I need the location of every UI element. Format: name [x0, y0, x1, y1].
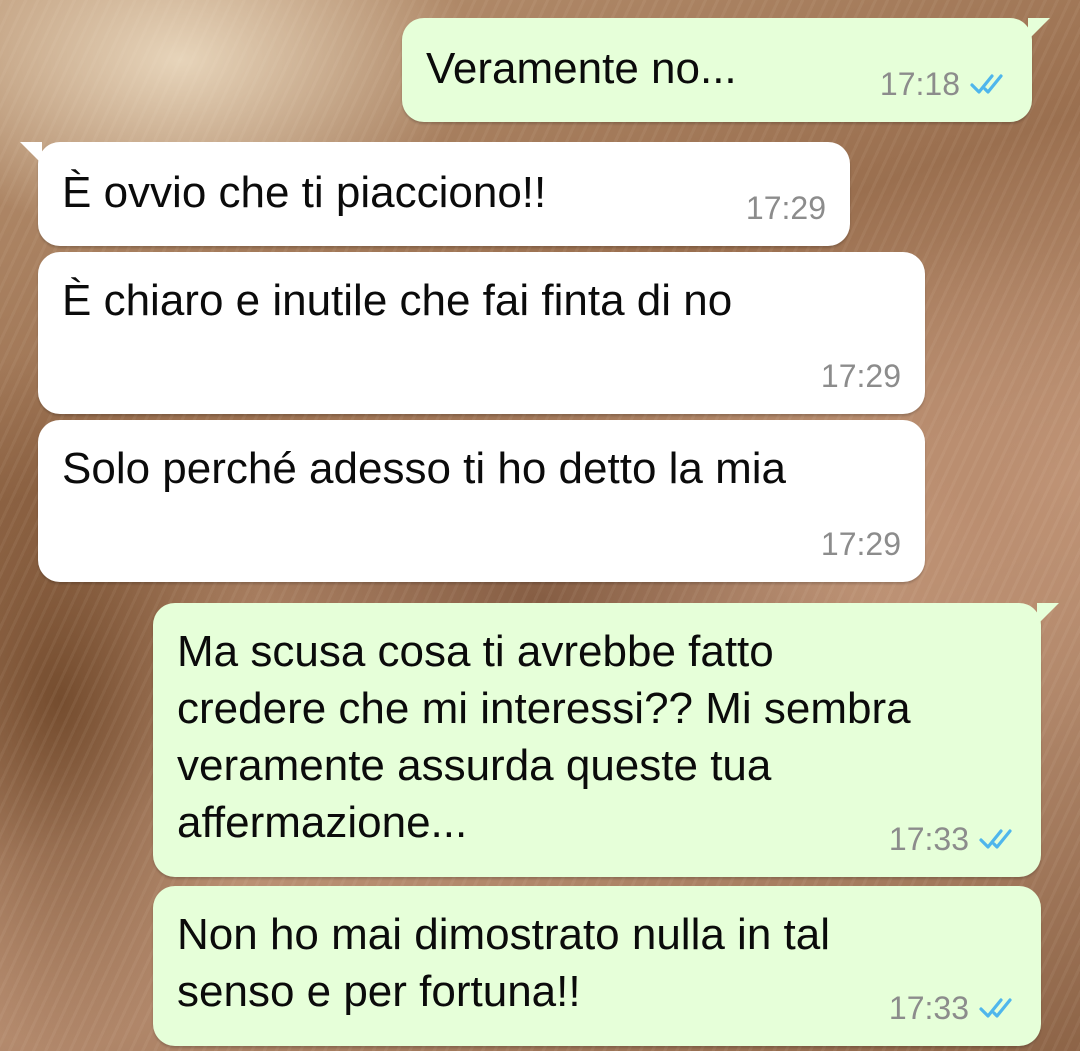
message-bubble-outgoing[interactable]: Ma scusa cosa ti avrebbe fatto credere c… — [153, 603, 1059, 877]
message-bubble-outgoing[interactable]: Non ho mai dimostrato nulla in tal senso… — [153, 886, 1041, 1046]
message-text: È chiaro e inutile che fai finta di no — [62, 276, 733, 325]
message-bubble-incoming[interactable]: Solo perché adesso ti ho detto la mia 17… — [38, 420, 925, 582]
message-bubble-incoming[interactable]: È ovvio che ti piacciono!! 17:29 — [20, 142, 850, 246]
bubble-tail — [1028, 18, 1050, 40]
message-text: È ovvio che ti piacciono!! — [62, 168, 547, 217]
message-meta: 17:33 — [889, 819, 1017, 859]
message-time: 17:29 — [745, 190, 826, 226]
message-text: Ma scusa cosa ti avrebbe fatto credere c… — [177, 627, 911, 847]
message-meta: 17:29 — [746, 188, 826, 228]
message-meta: 17:29 — [821, 524, 901, 564]
double-check-read-icon — [979, 996, 1017, 1020]
double-check-read-icon — [970, 72, 1008, 96]
message-time: 17:33 — [888, 990, 969, 1026]
message-meta: 17:33 — [889, 988, 1017, 1028]
bubble-tail — [1037, 603, 1059, 625]
message-time: 17:29 — [820, 526, 901, 562]
message-text: Veramente no... — [426, 44, 737, 93]
message-time: 17:29 — [820, 358, 901, 394]
message-meta: 17:29 — [821, 356, 901, 396]
message-bubble-incoming[interactable]: È chiaro e inutile che fai finta di no 1… — [38, 252, 925, 414]
bubble-tail — [20, 142, 42, 164]
message-text: Solo perché adesso ti ho detto la mia — [62, 444, 787, 493]
message-time: 17:18 — [879, 66, 960, 102]
message-time: 17:33 — [888, 821, 969, 857]
message-bubble-outgoing[interactable]: Veramente no... 17:18 — [402, 18, 1050, 122]
message-meta: 17:18 — [880, 64, 1008, 104]
double-check-read-icon — [979, 827, 1017, 851]
message-text: Non ho mai dimostrato nulla in tal senso… — [177, 910, 830, 1016]
